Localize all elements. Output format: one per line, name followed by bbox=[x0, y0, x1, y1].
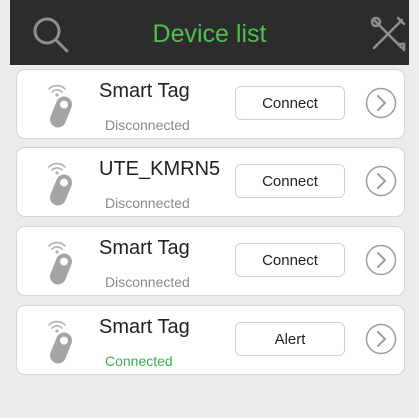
device-name: Smart Tag bbox=[99, 237, 190, 259]
header-bar: Device list bbox=[10, 0, 409, 65]
device-row[interactable]: Smart Tag Connected Alert bbox=[16, 305, 405, 375]
device-row[interactable]: UTE_KMRN5 Disconnected Connect bbox=[16, 147, 405, 217]
device-name: Smart Tag bbox=[99, 316, 190, 338]
device-row[interactable]: Smart Tag Disconnected Connect bbox=[16, 226, 405, 296]
page-title: Device list bbox=[152, 20, 267, 48]
connection-status: Disconnected bbox=[105, 274, 190, 290]
smart-tag-icon bbox=[47, 82, 75, 130]
device-name: Smart Tag bbox=[99, 80, 190, 102]
chevron-right-icon[interactable] bbox=[365, 165, 397, 197]
chevron-right-icon[interactable] bbox=[365, 87, 397, 119]
connection-status: Disconnected bbox=[105, 195, 190, 211]
connect-button[interactable]: Connect bbox=[235, 86, 345, 120]
connection-status: Disconnected bbox=[105, 117, 190, 133]
chevron-right-icon[interactable] bbox=[365, 323, 397, 355]
chevron-right-icon[interactable] bbox=[365, 244, 397, 276]
connection-status: Connected bbox=[105, 353, 173, 369]
connect-button[interactable]: Connect bbox=[235, 243, 345, 277]
smart-tag-icon bbox=[47, 239, 75, 287]
device-list-screen: Device list Smart Tag Disconnected Conne… bbox=[0, 0, 419, 418]
tools-icon[interactable] bbox=[368, 14, 408, 54]
device-name: UTE_KMRN5 bbox=[99, 158, 221, 180]
smart-tag-icon bbox=[47, 160, 75, 208]
device-row[interactable]: Smart Tag Disconnected Connect bbox=[16, 69, 405, 139]
connect-button[interactable]: Connect bbox=[235, 164, 345, 198]
smart-tag-icon bbox=[47, 318, 75, 366]
alert-button[interactable]: Alert bbox=[235, 322, 345, 356]
